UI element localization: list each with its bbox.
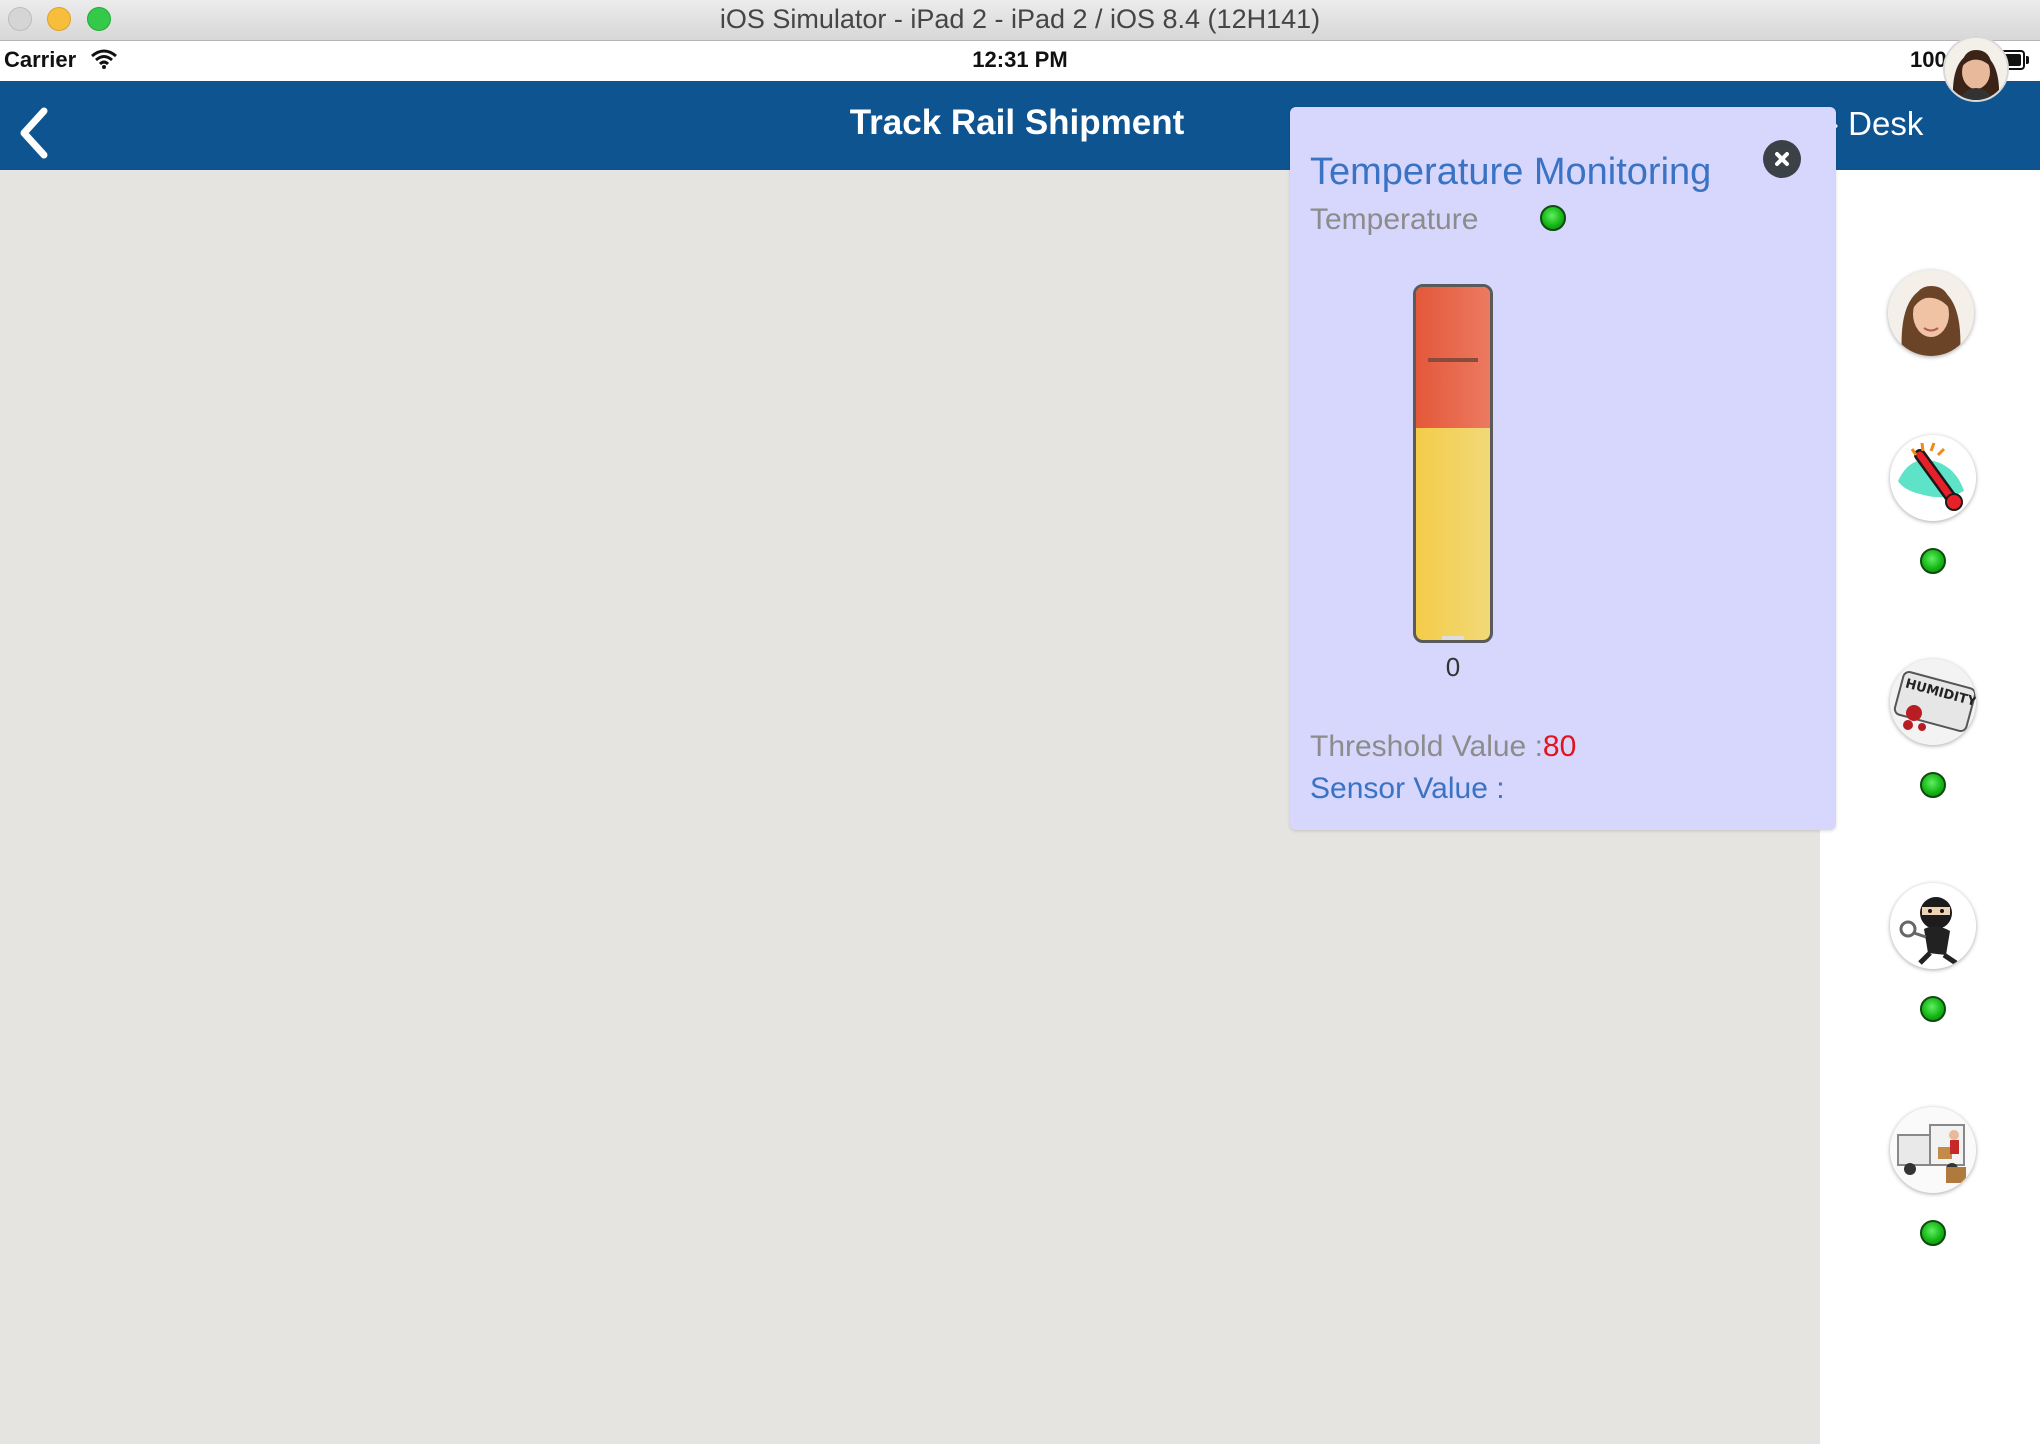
temperature-gauge	[1413, 284, 1493, 643]
delivery-status-indicator	[1920, 1220, 1946, 1246]
profile-icon[interactable]	[1888, 270, 1974, 356]
popover-subtitle: Temperature	[1310, 203, 1479, 236]
status-clock: 12:31 PM	[972, 47, 1068, 72]
thief-icon[interactable]	[1890, 883, 1976, 969]
nav-right-label[interactable]: › Desk	[1828, 105, 1923, 143]
window-title: iOS Simulator - iPad 2 - iPad 2 / iOS 8.…	[719, 4, 1321, 34]
battery-nub	[2026, 56, 2029, 64]
threshold-row: Threshold Value :80	[1310, 730, 1576, 764]
user-avatar-icon	[1945, 38, 2007, 100]
threshold-value: 80	[1542, 730, 1577, 763]
ios-status-bar: Carrier 12:31 PM 100%	[0, 41, 2040, 81]
temperature-status-indicator	[1540, 205, 1566, 231]
close-popover-button[interactable]	[1763, 140, 1801, 178]
window-title-bar: iOS Simulator - iPad 2 - iPad 2 / iOS 8.…	[0, 0, 2040, 41]
temperature-popover: Temperature Monitoring Temperature 0 Thr…	[1290, 107, 1836, 830]
humidity-icon[interactable]: HUMIDITY	[1890, 659, 1976, 745]
sensor-value-label: Sensor Value :	[1310, 772, 1505, 805]
gauge-threshold-marker	[1428, 358, 1478, 362]
thief-status-indicator	[1920, 996, 1946, 1022]
delivery-truck-icon[interactable]	[1890, 1107, 1976, 1193]
threshold-label: Threshold Value :	[1310, 730, 1543, 763]
popover-callout-arrow	[1836, 436, 1869, 502]
user-avatar[interactable]	[1943, 36, 2009, 102]
popover-title: Temperature Monitoring	[1310, 151, 1712, 193]
gauge-min-label: 0	[1445, 652, 1461, 682]
gauge-level-indicator	[1442, 636, 1464, 640]
thermometer-icon[interactable]	[1890, 435, 1976, 521]
sensor-sidebar: HUMIDITY	[1820, 170, 2040, 1444]
humidity-status-indicator	[1920, 772, 1946, 798]
thermometer-status-indicator	[1920, 548, 1946, 574]
